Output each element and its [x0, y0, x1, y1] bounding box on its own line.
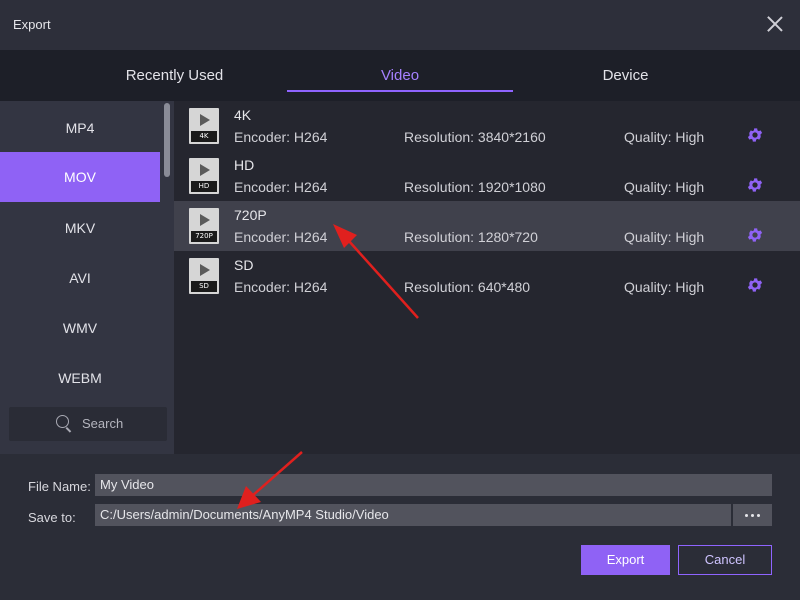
preset-name: 720P — [234, 207, 267, 223]
tab-device[interactable]: Device — [513, 50, 738, 101]
preset-encoder: Encoder: H264 — [234, 129, 328, 145]
preset-resolution: Resolution: 1280*720 — [404, 229, 538, 245]
video-file-icon: 720P — [189, 208, 219, 244]
preset-quality: Quality: High — [624, 179, 705, 195]
tab-recently-used[interactable]: Recently Used — [62, 50, 287, 101]
preset-quality: Quality: High — [624, 129, 705, 145]
gear-icon[interactable] — [746, 276, 764, 294]
sidebar-scrollbar[interactable] — [164, 103, 170, 177]
file-name-input[interactable] — [95, 474, 772, 496]
preset-encoder: Encoder: H264 — [234, 179, 328, 195]
preset-badge: HD — [191, 181, 217, 192]
gear-icon[interactable] — [746, 176, 764, 194]
gear-icon[interactable] — [746, 226, 764, 244]
search-icon — [56, 415, 69, 428]
search-label: Search — [82, 416, 124, 431]
cancel-button[interactable]: Cancel — [678, 545, 772, 575]
preset-row-hd[interactable]: HD HD Encoder: H264 Resolution: 1920*108… — [174, 151, 800, 201]
preset-badge: 4K — [191, 131, 217, 142]
preset-encoder: Encoder: H264 — [234, 279, 328, 295]
format-mkv[interactable]: MKV — [0, 203, 160, 253]
search-box[interactable]: Search — [9, 407, 167, 441]
preset-name: SD — [234, 257, 254, 273]
output-settings: File Name: Save to: C:/Users/admin/Docum… — [0, 454, 800, 600]
tab-bar: Recently Used Video Device — [0, 50, 800, 101]
save-to-label: Save to: — [28, 510, 76, 525]
preset-name: HD — [234, 157, 255, 173]
tab-video[interactable]: Video — [287, 50, 513, 101]
preset-name: 4K — [234, 107, 252, 123]
preset-resolution: Resolution: 1920*1080 — [404, 179, 546, 195]
format-mov[interactable]: MOV — [0, 152, 160, 202]
preset-list: 4K 4K Encoder: H264 Resolution: 3840*216… — [174, 101, 800, 454]
format-wmv[interactable]: WMV — [0, 303, 160, 353]
file-name-label: File Name: — [28, 479, 91, 494]
preset-resolution: Resolution: 3840*2160 — [404, 129, 546, 145]
preset-quality: Quality: High — [624, 279, 705, 295]
preset-resolution: Resolution: 640*480 — [404, 279, 531, 295]
preset-encoder: Encoder: H264 — [234, 229, 328, 245]
format-avi[interactable]: AVI — [0, 253, 160, 303]
window-title: Export — [13, 17, 51, 32]
video-file-icon: 4K — [189, 108, 219, 144]
video-file-icon: HD — [189, 158, 219, 194]
preset-badge: SD — [191, 281, 217, 292]
video-file-icon: SD — [189, 258, 219, 294]
browse-folder-button[interactable] — [733, 504, 772, 526]
format-webm[interactable]: WEBM — [0, 353, 160, 403]
format-mp4[interactable]: MP4 — [0, 103, 160, 153]
title-bar: Export — [0, 0, 800, 50]
preset-quality: Quality: High — [624, 229, 705, 245]
gear-icon[interactable] — [746, 126, 764, 144]
preset-row-sd[interactable]: SD SD Encoder: H264 Resolution: 640*480 … — [174, 251, 800, 301]
close-icon[interactable] — [766, 15, 784, 33]
save-to-path[interactable]: C:/Users/admin/Documents/AnyMP4 Studio/V… — [95, 504, 731, 526]
preset-row-4k[interactable]: 4K 4K Encoder: H264 Resolution: 3840*216… — [174, 101, 800, 151]
format-sidebar: MP4 MOV MKV AVI WMV WEBM Search — [0, 101, 174, 454]
preset-badge: 720P — [191, 231, 217, 242]
export-button[interactable]: Export — [581, 545, 670, 575]
preset-row-720p[interactable]: 720P 720P Encoder: H264 Resolution: 1280… — [174, 201, 800, 251]
